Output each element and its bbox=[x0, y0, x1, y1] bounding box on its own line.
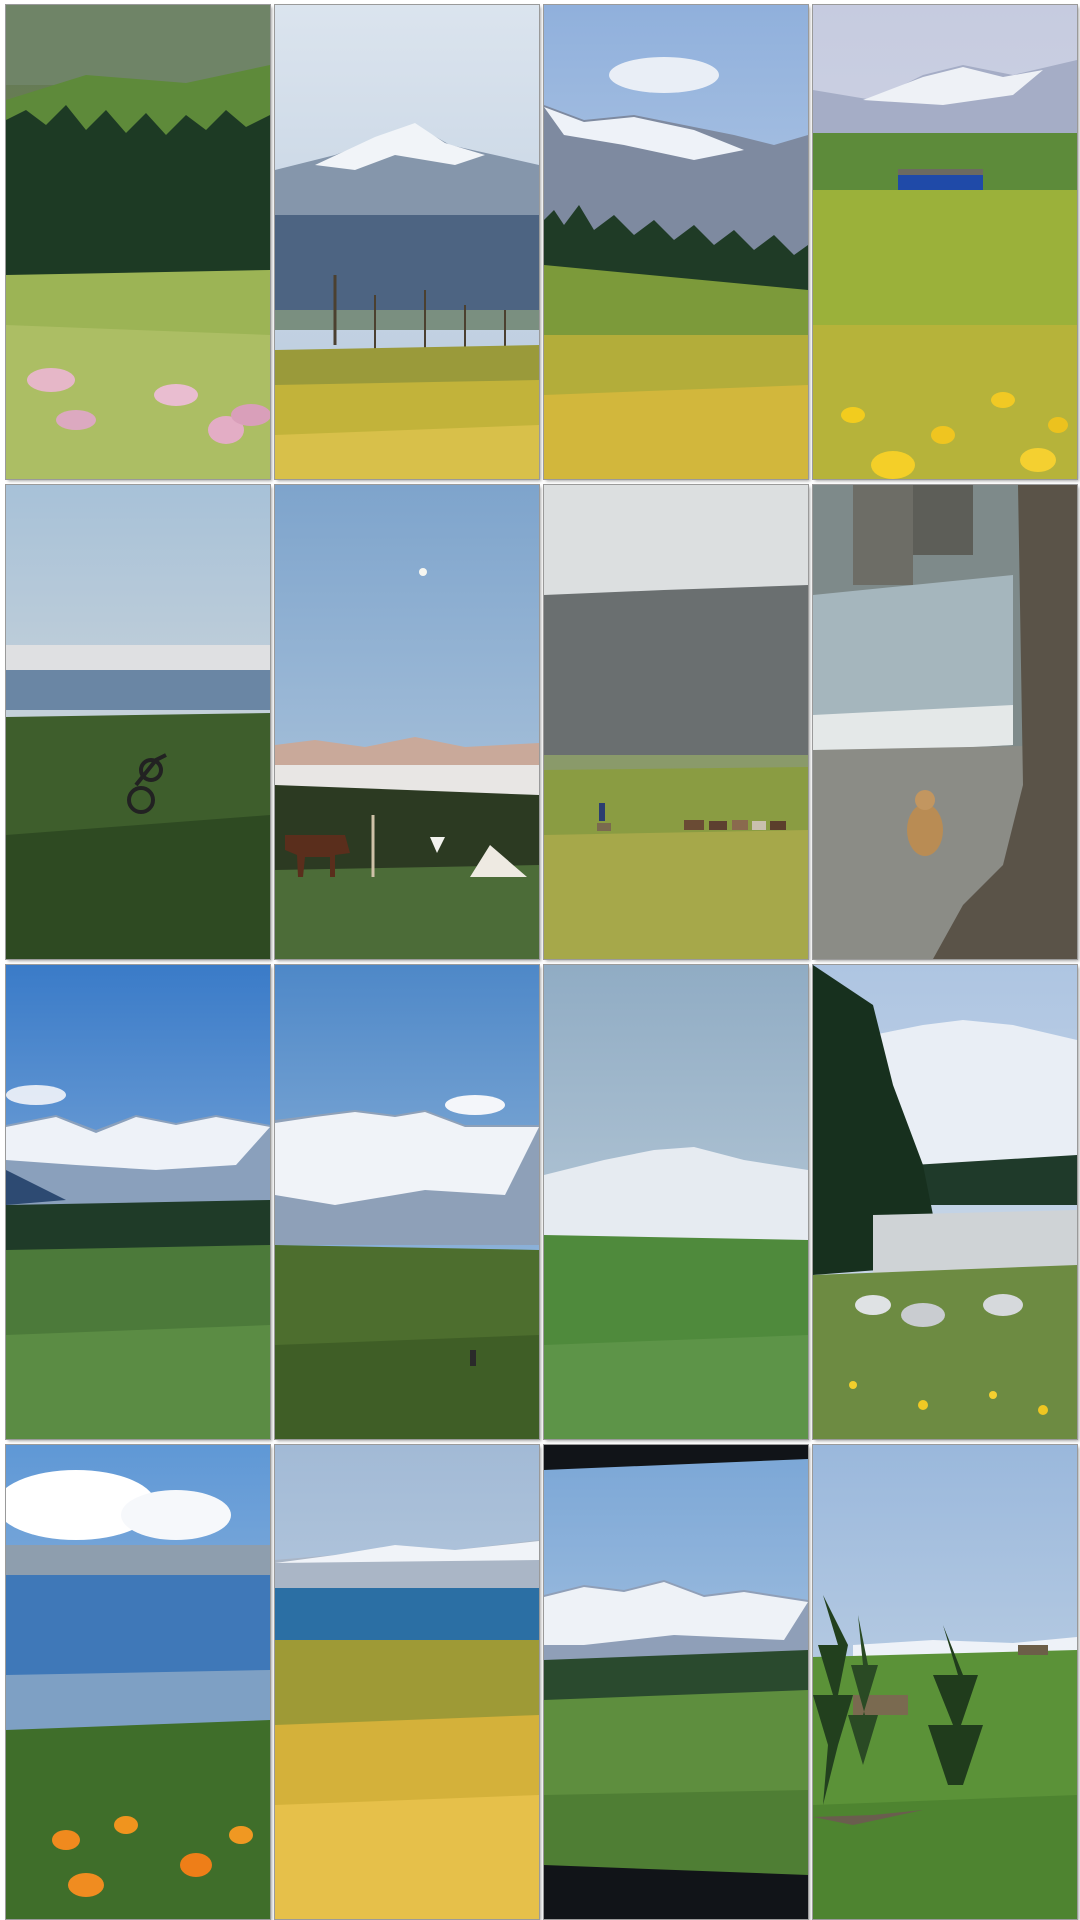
photo-tile-person-snow-peaks bbox=[275, 965, 539, 1439]
photo-tile-lake-golden-field bbox=[275, 1445, 539, 1919]
photo-tile-squirrel-tree-stream bbox=[813, 485, 1077, 959]
photo-collage-grid bbox=[0, 0, 1080, 1920]
photo-tile-hazy-mountain-slope bbox=[544, 965, 808, 1439]
photo-tile-rider-herd-grassland bbox=[544, 485, 808, 959]
photo-tile-spruce-cabin-meadow bbox=[813, 1445, 1077, 1919]
photo-tile-lake-clouds-poppies bbox=[6, 1445, 270, 1919]
photo-tile-spruce-rocks-flowers bbox=[813, 965, 1077, 1439]
photo-tile-snow-mountain-fence bbox=[275, 5, 539, 479]
photo-tile-snow-range-valley bbox=[6, 965, 270, 1439]
photo-tile-motorbike-grassland bbox=[6, 485, 270, 959]
photo-tile-forest-pink-flowers bbox=[6, 5, 270, 479]
photo-tile-snow-peaks-spruce-flowers bbox=[544, 5, 808, 479]
photo-tile-window-snow-peaks bbox=[544, 1445, 808, 1919]
photo-tile-blue-cabin-grassland bbox=[813, 5, 1077, 479]
photo-tile-horse-tent-moon bbox=[275, 485, 539, 959]
